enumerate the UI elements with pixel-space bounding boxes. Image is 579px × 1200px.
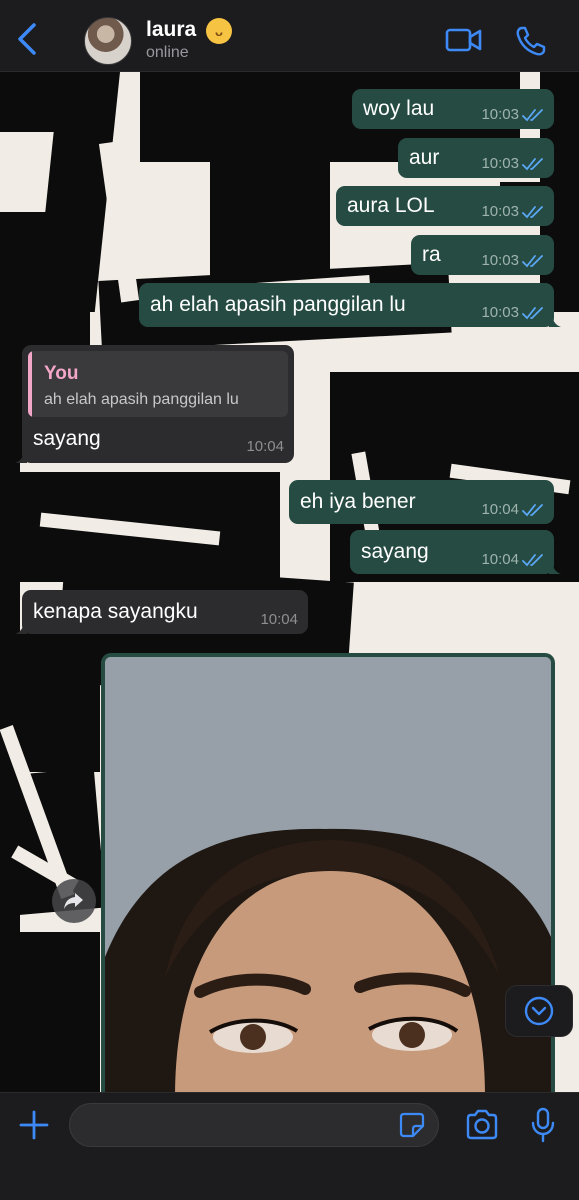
message-time: 10:03 [481,304,519,321]
contact-avatar[interactable] [84,17,132,65]
message-meta: 10:03 [481,106,544,123]
sticker-icon[interactable] [398,1111,426,1139]
contact-status: online [146,44,189,61]
message-input-bar [0,1092,579,1200]
quoted-text: ah elah apasih panggilan lu [44,391,239,408]
chevron-down-circle-icon [524,996,554,1026]
plus-icon[interactable] [18,1109,50,1141]
quoted-message[interactable]: You ah elah apasih panggilan lu [28,351,288,417]
message-time: 10:04 [481,501,519,518]
message-text: aur [409,146,440,169]
phone-icon[interactable] [514,24,548,58]
message-bubble-outgoing[interactable]: ah elah apasih panggilan lu 10:03 [139,283,561,327]
quote-accent-bar [28,351,32,417]
message-text: woy lau [363,97,435,120]
double-check-icon [522,503,543,516]
double-check-icon [522,553,543,566]
message-bubble-outgoing[interactable]: eh iya bener 10:04 [289,480,554,524]
message-meta: 10:04 [481,501,544,518]
yawning-face-emoji-icon: ᴗ [206,18,232,44]
message-meta: 10:04 [260,611,298,628]
message-meta: 10:04 [481,551,544,568]
message-time: 10:03 [481,203,519,220]
message-meta: 10:03 [481,155,544,172]
message-bubble-outgoing[interactable]: aur 10:03 [398,138,554,178]
message-bubble-outgoing[interactable]: woy lau 10:03 [352,89,554,129]
message-bubble-outgoing[interactable]: sayang 10:04 [350,530,561,574]
scroll-to-bottom-button[interactable] [505,985,573,1037]
message-bubble-incoming[interactable]: kenapa sayangku 10:04 [15,590,308,634]
message-meta: 10:03 [481,252,544,269]
bubble-tail [15,620,27,634]
double-check-icon [522,306,543,319]
quoted-author: You [44,363,79,384]
double-check-icon [522,108,543,121]
camera-icon[interactable] [464,1109,500,1141]
photo-selfie [105,657,551,1093]
message-text: sayang [33,427,101,450]
message-time: 10:03 [481,252,519,269]
message-text: ah elah apasih panggilan lu [150,293,406,316]
message-text: aura LOL [347,194,435,217]
message-text: sayang [361,540,429,563]
microphone-icon[interactable] [530,1107,556,1143]
message-meta: 10:03 [481,203,544,220]
bubble-tail [549,560,561,574]
message-time: 10:04 [260,611,298,628]
message-bubble-outgoing[interactable]: ra 10:03 [411,235,554,275]
message-text: kenapa sayangku [33,600,198,623]
message-input[interactable] [69,1103,439,1147]
back-chevron-icon[interactable] [14,22,40,56]
bubble-tail [15,449,27,463]
double-check-icon [522,157,543,170]
message-time: 10:04 [246,438,284,455]
message-time: 10:03 [481,106,519,123]
message-time: 10:04 [481,551,519,568]
forward-arrow-icon [64,893,83,909]
contact-name[interactable]: laura [146,18,196,42]
forward-button[interactable] [52,879,96,923]
double-check-icon [522,205,543,218]
video-camera-icon[interactable] [444,24,484,56]
message-bubble-incoming-reply[interactable]: You ah elah apasih panggilan lu sayang 1… [15,345,294,463]
message-text: eh iya bener [300,490,416,513]
message-meta: 10:03 [481,304,544,321]
message-time: 10:03 [481,155,519,172]
message-bubble-outgoing[interactable]: aura LOL 10:03 [336,186,554,226]
bubble-tail [549,313,561,327]
double-check-icon [522,254,543,267]
message-text: ra [422,243,441,266]
chat-header: laura ᴗ online [0,0,579,72]
image-message[interactable] [101,653,555,1093]
